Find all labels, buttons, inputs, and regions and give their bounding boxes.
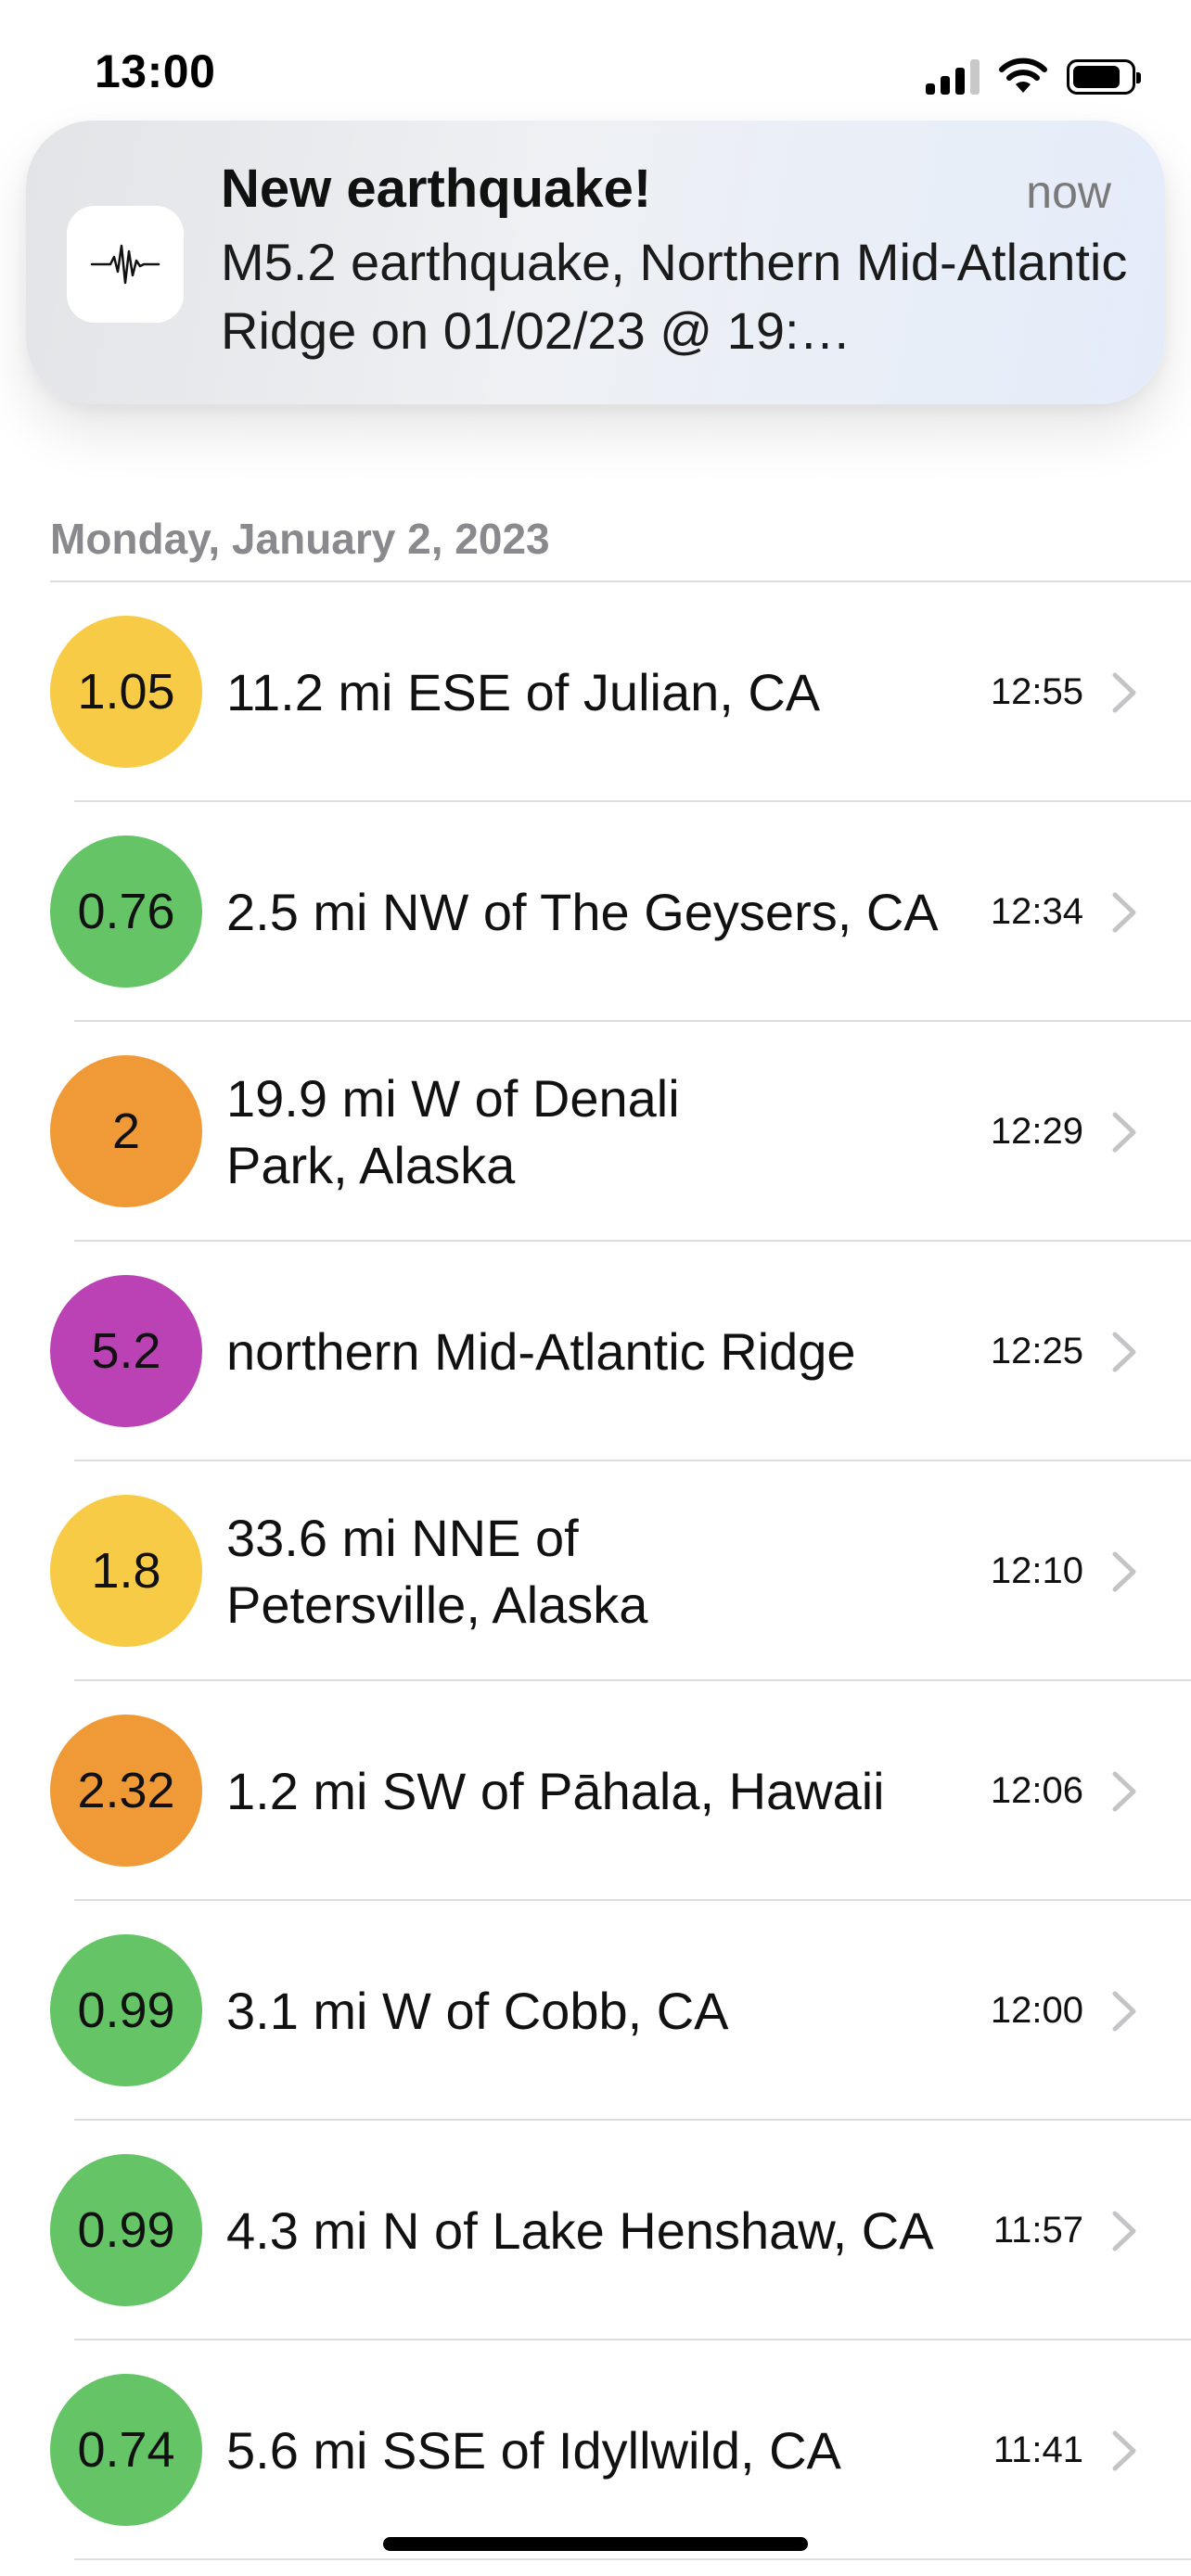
magnitude-badge: 1.05 — [50, 616, 202, 768]
earthquake-time: 12:34 — [990, 891, 1083, 932]
notification-time: now — [1026, 166, 1111, 218]
chevron-right-icon — [1112, 892, 1136, 933]
magnitude-badge: 0.74 — [50, 2374, 202, 2526]
chevron-right-icon — [1112, 2211, 1136, 2251]
earthquake-location: 1.2 mi SW of Pāhala, Hawaii — [226, 1761, 885, 1820]
earthquake-time: 12:00 — [990, 1990, 1083, 2031]
notification-body: M5.2 earthquake, Northern Mid-Atlantic R… — [221, 233, 1128, 360]
notification-title: New earthquake! — [221, 159, 652, 219]
magnitude-badge: 1.8 — [50, 1495, 202, 1647]
cellular-signal-icon — [926, 57, 980, 95]
battery-icon — [1067, 59, 1141, 95]
magnitude-badge: 2 — [50, 1055, 202, 1207]
earthquake-location: 11.2 mi ESE of Julian, CA — [226, 662, 821, 721]
status-time: 13:00 — [95, 45, 216, 97]
earthquake-row[interactable]: 5.2 northern Mid-Atlantic Ridge 12:25 — [0, 1242, 1191, 1461]
earthquake-location: 2.5 mi NW of The Geysers, CA — [226, 882, 939, 941]
wifi-icon — [999, 57, 1047, 93]
earthquake-row[interactable]: 2 19.9 mi W of Denali Park, Alaska 12:29 — [0, 1022, 1191, 1242]
chevron-right-icon — [1112, 1991, 1136, 2032]
earthquake-time: 11:57 — [992, 2210, 1083, 2251]
earthquake-time: 11:41 — [992, 2429, 1083, 2470]
magnitude-badge: 2.32 — [50, 1715, 202, 1867]
row-divider — [74, 2558, 1191, 2560]
app-icon — [67, 206, 184, 323]
earthquake-location: 5.6 mi SSE of Idyllwild, CA — [226, 2420, 841, 2480]
chevron-right-icon — [1112, 1551, 1136, 1592]
magnitude-badge: 0.99 — [50, 2154, 202, 2306]
earthquake-time: 12:25 — [990, 1331, 1083, 1371]
earthquake-row[interactable]: 2.32 1.2 mi SW of Pāhala, Hawaii 12:06 — [0, 1681, 1191, 1901]
earthquake-row[interactable]: 0.76 2.5 mi NW of The Geysers, CA 12:34 — [0, 802, 1191, 1022]
home-indicator[interactable] — [383, 2537, 808, 2551]
earthquake-row[interactable]: 0.99 3.1 mi W of Cobb, CA 12:00 — [0, 1901, 1191, 2121]
chevron-right-icon — [1112, 2430, 1136, 2471]
chevron-right-icon — [1112, 1771, 1136, 1812]
section-header-date: Monday, January 2, 2023 — [50, 515, 550, 563]
seismograph-icon — [90, 244, 160, 285]
chevron-right-icon — [1112, 1112, 1136, 1153]
earthquake-time: 12:10 — [990, 1550, 1083, 1591]
status-icons — [926, 54, 1141, 95]
earthquake-row[interactable]: 0.99 4.3 mi N of Lake Henshaw, CA 11:57 — [0, 2121, 1191, 2340]
earthquake-row[interactable]: 0.74 5.6 mi SSE of Idyllwild, CA 11:41 — [0, 2340, 1191, 2560]
notification-banner[interactable]: New earthquake! now M5.2 earthquake, Nor… — [26, 121, 1165, 404]
earthquake-time: 12:06 — [990, 1770, 1083, 1811]
earthquake-row[interactable]: 1.8 33.6 mi NNE of Petersville, Alaska 1… — [0, 1461, 1191, 1681]
earthquake-location: northern Mid-Atlantic Ridge — [226, 1321, 856, 1381]
earthquake-location: 3.1 mi W of Cobb, CA — [226, 1981, 729, 2040]
earthquake-time: 12:55 — [990, 671, 1083, 712]
chevron-right-icon — [1112, 1332, 1136, 1372]
earthquake-location: 19.9 mi W of Denali Park, Alaska — [226, 1068, 680, 1194]
earthquake-location: 4.3 mi N of Lake Henshaw, CA — [226, 2200, 934, 2260]
earthquake-location: 33.6 mi NNE of Petersville, Alaska — [226, 1508, 648, 1634]
magnitude-badge: 5.2 — [50, 1275, 202, 1427]
earthquake-row[interactable]: 1.05 11.2 mi ESE of Julian, CA 12:55 — [0, 582, 1191, 802]
earthquake-time: 12:29 — [990, 1111, 1083, 1152]
magnitude-badge: 0.99 — [50, 1934, 202, 2086]
earthquake-list-screen: 13:00 New earthquake! now M5.2 earthquak… — [0, 0, 1191, 2576]
chevron-right-icon — [1112, 672, 1136, 713]
magnitude-badge: 0.76 — [50, 835, 202, 988]
